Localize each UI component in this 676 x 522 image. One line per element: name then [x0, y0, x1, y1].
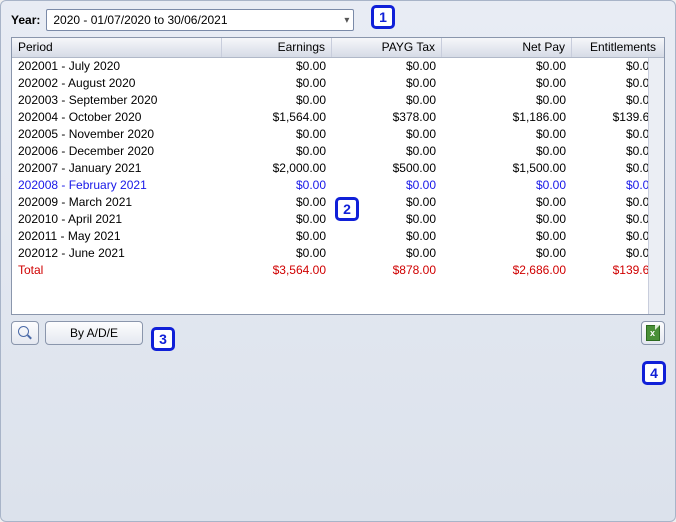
table-row[interactable]: 202002 - August 2020$0.00$0.00$0.00$0.00	[12, 75, 664, 92]
cell-period: 202011 - May 2021	[12, 228, 222, 245]
cell-period: 202009 - March 2021	[12, 194, 222, 211]
table-row[interactable]: Total$3,564.00$878.00$2,686.00$139.65	[12, 262, 664, 279]
excel-icon	[646, 325, 660, 341]
cell-net: $0.00	[442, 245, 572, 262]
cell-earn: $0.00	[222, 75, 332, 92]
year-dropdown[interactable]: 2020 - 01/07/2020 to 30/06/2021 ▾	[46, 9, 354, 31]
cell-payg: $0.00	[332, 143, 442, 160]
cell-payg: $378.00	[332, 109, 442, 126]
cell-net: $0.00	[442, 177, 572, 194]
cell-payg: $0.00	[332, 177, 442, 194]
cell-payg: $0.00	[332, 228, 442, 245]
cell-payg: $0.00	[332, 245, 442, 262]
export-excel-button[interactable]	[641, 321, 665, 345]
by-ade-label: By A/D/E	[70, 326, 118, 340]
cell-payg: $0.00	[332, 92, 442, 109]
table-row[interactable]: 202008 - February 2021$0.00$0.00$0.00$0.…	[12, 177, 664, 194]
table-row[interactable]: 202001 - July 2020$0.00$0.00$0.00$0.00	[12, 58, 664, 75]
cell-earn: $0.00	[222, 194, 332, 211]
cell-earn: $1,564.00	[222, 109, 332, 126]
cell-net: $1,186.00	[442, 109, 572, 126]
cell-earn: $0.00	[222, 211, 332, 228]
callout-1: 1	[371, 5, 395, 29]
cell-net: $0.00	[442, 126, 572, 143]
callout-2: 2	[335, 197, 359, 221]
cell-earn: $0.00	[222, 58, 332, 75]
cell-net: $0.00	[442, 58, 572, 75]
cell-earn: $2,000.00	[222, 160, 332, 177]
cell-period: 202008 - February 2021	[12, 177, 222, 194]
table-row[interactable]: 202004 - October 2020$1,564.00$378.00$1,…	[12, 109, 664, 126]
by-ade-button[interactable]: By A/D/E	[45, 321, 143, 345]
chevron-down-icon: ▾	[344, 15, 349, 26]
search-button[interactable]	[11, 321, 39, 345]
col-payg[interactable]: PAYG Tax	[332, 38, 442, 57]
cell-payg: $500.00	[332, 160, 442, 177]
col-earnings[interactable]: Earnings	[222, 38, 332, 57]
cell-net: $0.00	[442, 75, 572, 92]
cell-period: 202004 - October 2020	[12, 109, 222, 126]
vertical-scrollbar[interactable]	[648, 58, 664, 314]
cell-payg: $0.00	[332, 75, 442, 92]
search-icon	[18, 326, 32, 340]
col-netpay[interactable]: Net Pay	[442, 38, 572, 57]
year-dropdown-value: 2020 - 01/07/2020 to 30/06/2021	[53, 13, 227, 27]
table-row[interactable]: 202012 - June 2021$0.00$0.00$0.00$0.00	[12, 245, 664, 262]
cell-payg: $0.00	[332, 126, 442, 143]
cell-period: 202002 - August 2020	[12, 75, 222, 92]
cell-earn: $0.00	[222, 177, 332, 194]
table-row[interactable]: 202011 - May 2021$0.00$0.00$0.00$0.00	[12, 228, 664, 245]
table-row[interactable]: 202005 - November 2020$0.00$0.00$0.00$0.…	[12, 126, 664, 143]
cell-period: 202007 - January 2021	[12, 160, 222, 177]
toolbar: By A/D/E	[11, 321, 665, 345]
cell-earn: $0.00	[222, 126, 332, 143]
table-header: Period Earnings PAYG Tax Net Pay Entitle…	[12, 38, 664, 58]
cell-period: 202010 - April 2021	[12, 211, 222, 228]
cell-payg: $0.00	[332, 58, 442, 75]
table-row[interactable]: 202007 - January 2021$2,000.00$500.00$1,…	[12, 160, 664, 177]
cell-earn: $0.00	[222, 143, 332, 160]
cell-period: 202003 - September 2020	[12, 92, 222, 109]
table-body: 202001 - July 2020$0.00$0.00$0.00$0.0020…	[12, 58, 664, 279]
cell-earn: $0.00	[222, 245, 332, 262]
col-entitlements[interactable]: Entitlements	[572, 38, 662, 57]
cell-period: 202005 - November 2020	[12, 126, 222, 143]
year-selector-row: Year: 2020 - 01/07/2020 to 30/06/2021 ▾	[11, 9, 665, 31]
periods-table: Period Earnings PAYG Tax Net Pay Entitle…	[11, 37, 665, 315]
cell-net: $0.00	[442, 211, 572, 228]
callout-3: 3	[151, 327, 175, 351]
cell-earn: $0.00	[222, 92, 332, 109]
cell-net: $0.00	[442, 194, 572, 211]
payroll-summary-panel: Year: 2020 - 01/07/2020 to 30/06/2021 ▾ …	[0, 0, 676, 522]
cell-net: $0.00	[442, 143, 572, 160]
cell-net: $0.00	[442, 228, 572, 245]
cell-net: $0.00	[442, 92, 572, 109]
cell-net: $1,500.00	[442, 160, 572, 177]
table-row[interactable]: 202003 - September 2020$0.00$0.00$0.00$0…	[12, 92, 664, 109]
cell-earn: $3,564.00	[222, 262, 332, 279]
callout-4: 4	[642, 361, 666, 385]
cell-period: 202012 - June 2021	[12, 245, 222, 262]
cell-payg: $878.00	[332, 262, 442, 279]
table-row[interactable]: 202006 - December 2020$0.00$0.00$0.00$0.…	[12, 143, 664, 160]
year-label: Year:	[11, 13, 40, 27]
cell-net: $2,686.00	[442, 262, 572, 279]
cell-period: 202006 - December 2020	[12, 143, 222, 160]
cell-earn: $0.00	[222, 228, 332, 245]
cell-period: 202001 - July 2020	[12, 58, 222, 75]
cell-period: Total	[12, 262, 222, 279]
col-period[interactable]: Period	[12, 38, 222, 57]
